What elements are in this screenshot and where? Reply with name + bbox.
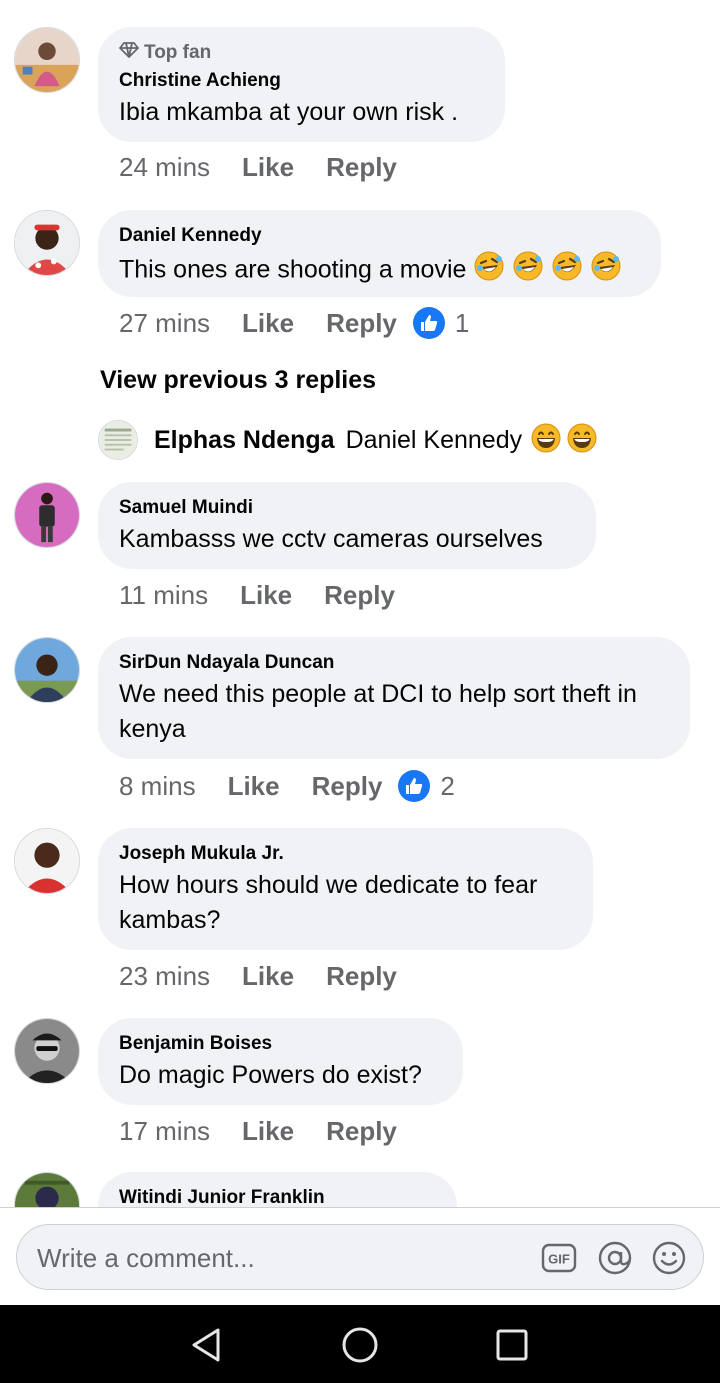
recents-square-icon[interactable]: [492, 1325, 532, 1365]
comment-feed[interactable]: Top fan Christine Achieng Ibia mkamba at…: [0, 0, 720, 1208]
comment-actions: 23 mins Like Reply: [119, 961, 397, 992]
comment-author[interactable]: Witindi Junior Franklin: [119, 1186, 435, 1208]
like-button[interactable]: Like: [242, 1116, 294, 1147]
reply-button[interactable]: Reply: [312, 771, 383, 802]
reaction-summary[interactable]: 1: [412, 307, 470, 339]
avatar-joseph-mukula[interactable]: [14, 828, 80, 894]
comment-bubble[interactable]: SirDun Ndayala Duncan We need this peopl…: [98, 637, 690, 759]
comment-bubble[interactable]: Samuel Muindi Kambasss we cctv cameras o…: [98, 482, 596, 569]
avatar-samuel-muindi[interactable]: [14, 482, 80, 548]
comment-actions: 27 mins Like Reply 1: [119, 307, 469, 339]
svg-text:GIF: GIF: [548, 1252, 570, 1267]
comment-time[interactable]: 17 mins: [119, 1116, 210, 1147]
grinning-face-emoji: [566, 422, 598, 459]
comment-text: Kambasss we cctv cameras ourselves: [119, 525, 543, 553]
comment-text: This ones are shooting a movie: [119, 255, 467, 284]
rolling-on-floor-laughing-emoji: [551, 250, 583, 292]
comment-text: How hours should we dedicate to fear kam…: [119, 868, 571, 938]
comment-text: We need this people at DCI to help sort …: [119, 677, 668, 747]
comment-text-line: kambas?: [119, 906, 221, 934]
avatar-witindi-junior-franklin[interactable]: [14, 1172, 80, 1208]
like-button[interactable]: Like: [242, 152, 294, 183]
comment-bubble[interactable]: Witindi Junior Franklin: [98, 1172, 457, 1208]
reply-text: Daniel Kennedy: [345, 425, 523, 454]
rolling-on-floor-laughing-emoji: [590, 250, 622, 292]
comment-bubble[interactable]: Top fan Christine Achieng Ibia mkamba at…: [98, 27, 505, 142]
comment-author[interactable]: Samuel Muindi: [119, 496, 574, 520]
comment-text: Do magic Powers do exist?: [119, 1061, 422, 1089]
comment-time[interactable]: 27 mins: [119, 308, 210, 339]
reaction-summary[interactable]: 2: [398, 770, 455, 802]
comment-actions: 11 mins Like Reply: [119, 580, 395, 611]
comment-author[interactable]: Benjamin Boises: [119, 1032, 441, 1056]
reaction-count: 1: [454, 307, 470, 338]
comment-text: Ibia mkamba at your own risk .: [119, 98, 459, 126]
comment-bubble[interactable]: Benjamin Boises Do magic Powers do exist…: [98, 1018, 463, 1105]
avatar-daniel-kennedy[interactable]: [14, 210, 80, 276]
reply-author[interactable]: Elphas Ndenga: [154, 426, 335, 455]
reply-button[interactable]: Reply: [326, 308, 397, 339]
comment-composer-bar: GIF: [0, 1207, 720, 1306]
top-fan-badge: Top fan: [119, 41, 483, 65]
top-fan-label: Top fan: [144, 42, 212, 63]
back-triangle-icon[interactable]: [186, 1325, 226, 1365]
view-previous-replies-link[interactable]: View previous 3 replies: [100, 366, 376, 395]
comment-time[interactable]: 23 mins: [119, 961, 210, 992]
comment-author[interactable]: Daniel Kennedy: [119, 224, 639, 248]
comment-bubble[interactable]: Joseph Mukula Jr. How hours should we de…: [98, 828, 593, 950]
avatar-christine-achieng[interactable]: [14, 27, 80, 93]
comment-text-line: We need this people at DCI to help sort …: [119, 680, 637, 708]
reply-button[interactable]: Reply: [324, 580, 395, 611]
reaction-count: 2: [440, 770, 455, 801]
avatar-benjamin-boises[interactable]: [14, 1018, 80, 1084]
grinning-face-emoji: [530, 422, 562, 459]
comment-author[interactable]: SirDun Ndayala Duncan: [119, 651, 668, 675]
comment-composer[interactable]: GIF: [16, 1224, 704, 1291]
comment-input[interactable]: [35, 1225, 519, 1291]
comment-text-row: This ones are shooting a movie: [119, 250, 639, 292]
comment-text-line: How hours should we dedicate to fear: [119, 871, 538, 899]
thumbs-up-icon: [412, 307, 445, 339]
avatar-elphas-ndenga[interactable]: [98, 420, 138, 460]
like-button[interactable]: Like: [242, 308, 294, 339]
comment-author[interactable]: Christine Achieng: [119, 69, 483, 93]
comment-time[interactable]: 11 mins: [119, 580, 208, 611]
nested-reply[interactable]: Elphas Ndenga Daniel Kennedy: [98, 420, 598, 460]
emoji-icon[interactable]: [651, 1240, 687, 1276]
like-button[interactable]: Like: [240, 580, 292, 611]
comment-actions: 24 mins Like Reply: [119, 152, 397, 183]
diamond-icon: [119, 41, 139, 65]
comment-text-line: kenya: [119, 715, 186, 743]
comment-time[interactable]: 24 mins: [119, 152, 210, 183]
like-button[interactable]: Like: [242, 961, 294, 992]
system-navigation-bar: [0, 1305, 720, 1383]
rolling-on-floor-laughing-emoji: [512, 250, 544, 292]
rolling-on-floor-laughing-emoji: [473, 250, 505, 292]
reply-button[interactable]: Reply: [326, 1116, 397, 1147]
comment-bubble[interactable]: Daniel Kennedy This ones are shooting a …: [98, 210, 661, 297]
avatar-sirdun-ndayala-duncan[interactable]: [14, 637, 80, 703]
comment-actions: 8 mins Like Reply 2: [119, 770, 455, 802]
comment-time[interactable]: 8 mins: [119, 771, 196, 802]
comment-author[interactable]: Joseph Mukula Jr.: [119, 842, 571, 866]
like-button[interactable]: Like: [228, 771, 280, 802]
home-circle-icon[interactable]: [340, 1325, 380, 1365]
gif-icon[interactable]: GIF: [541, 1240, 577, 1276]
thumbs-up-icon: [398, 770, 431, 802]
reply-button[interactable]: Reply: [326, 152, 397, 183]
mention-icon[interactable]: [597, 1240, 633, 1276]
reply-button[interactable]: Reply: [326, 961, 397, 992]
comment-actions: 17 mins Like Reply: [119, 1116, 397, 1147]
